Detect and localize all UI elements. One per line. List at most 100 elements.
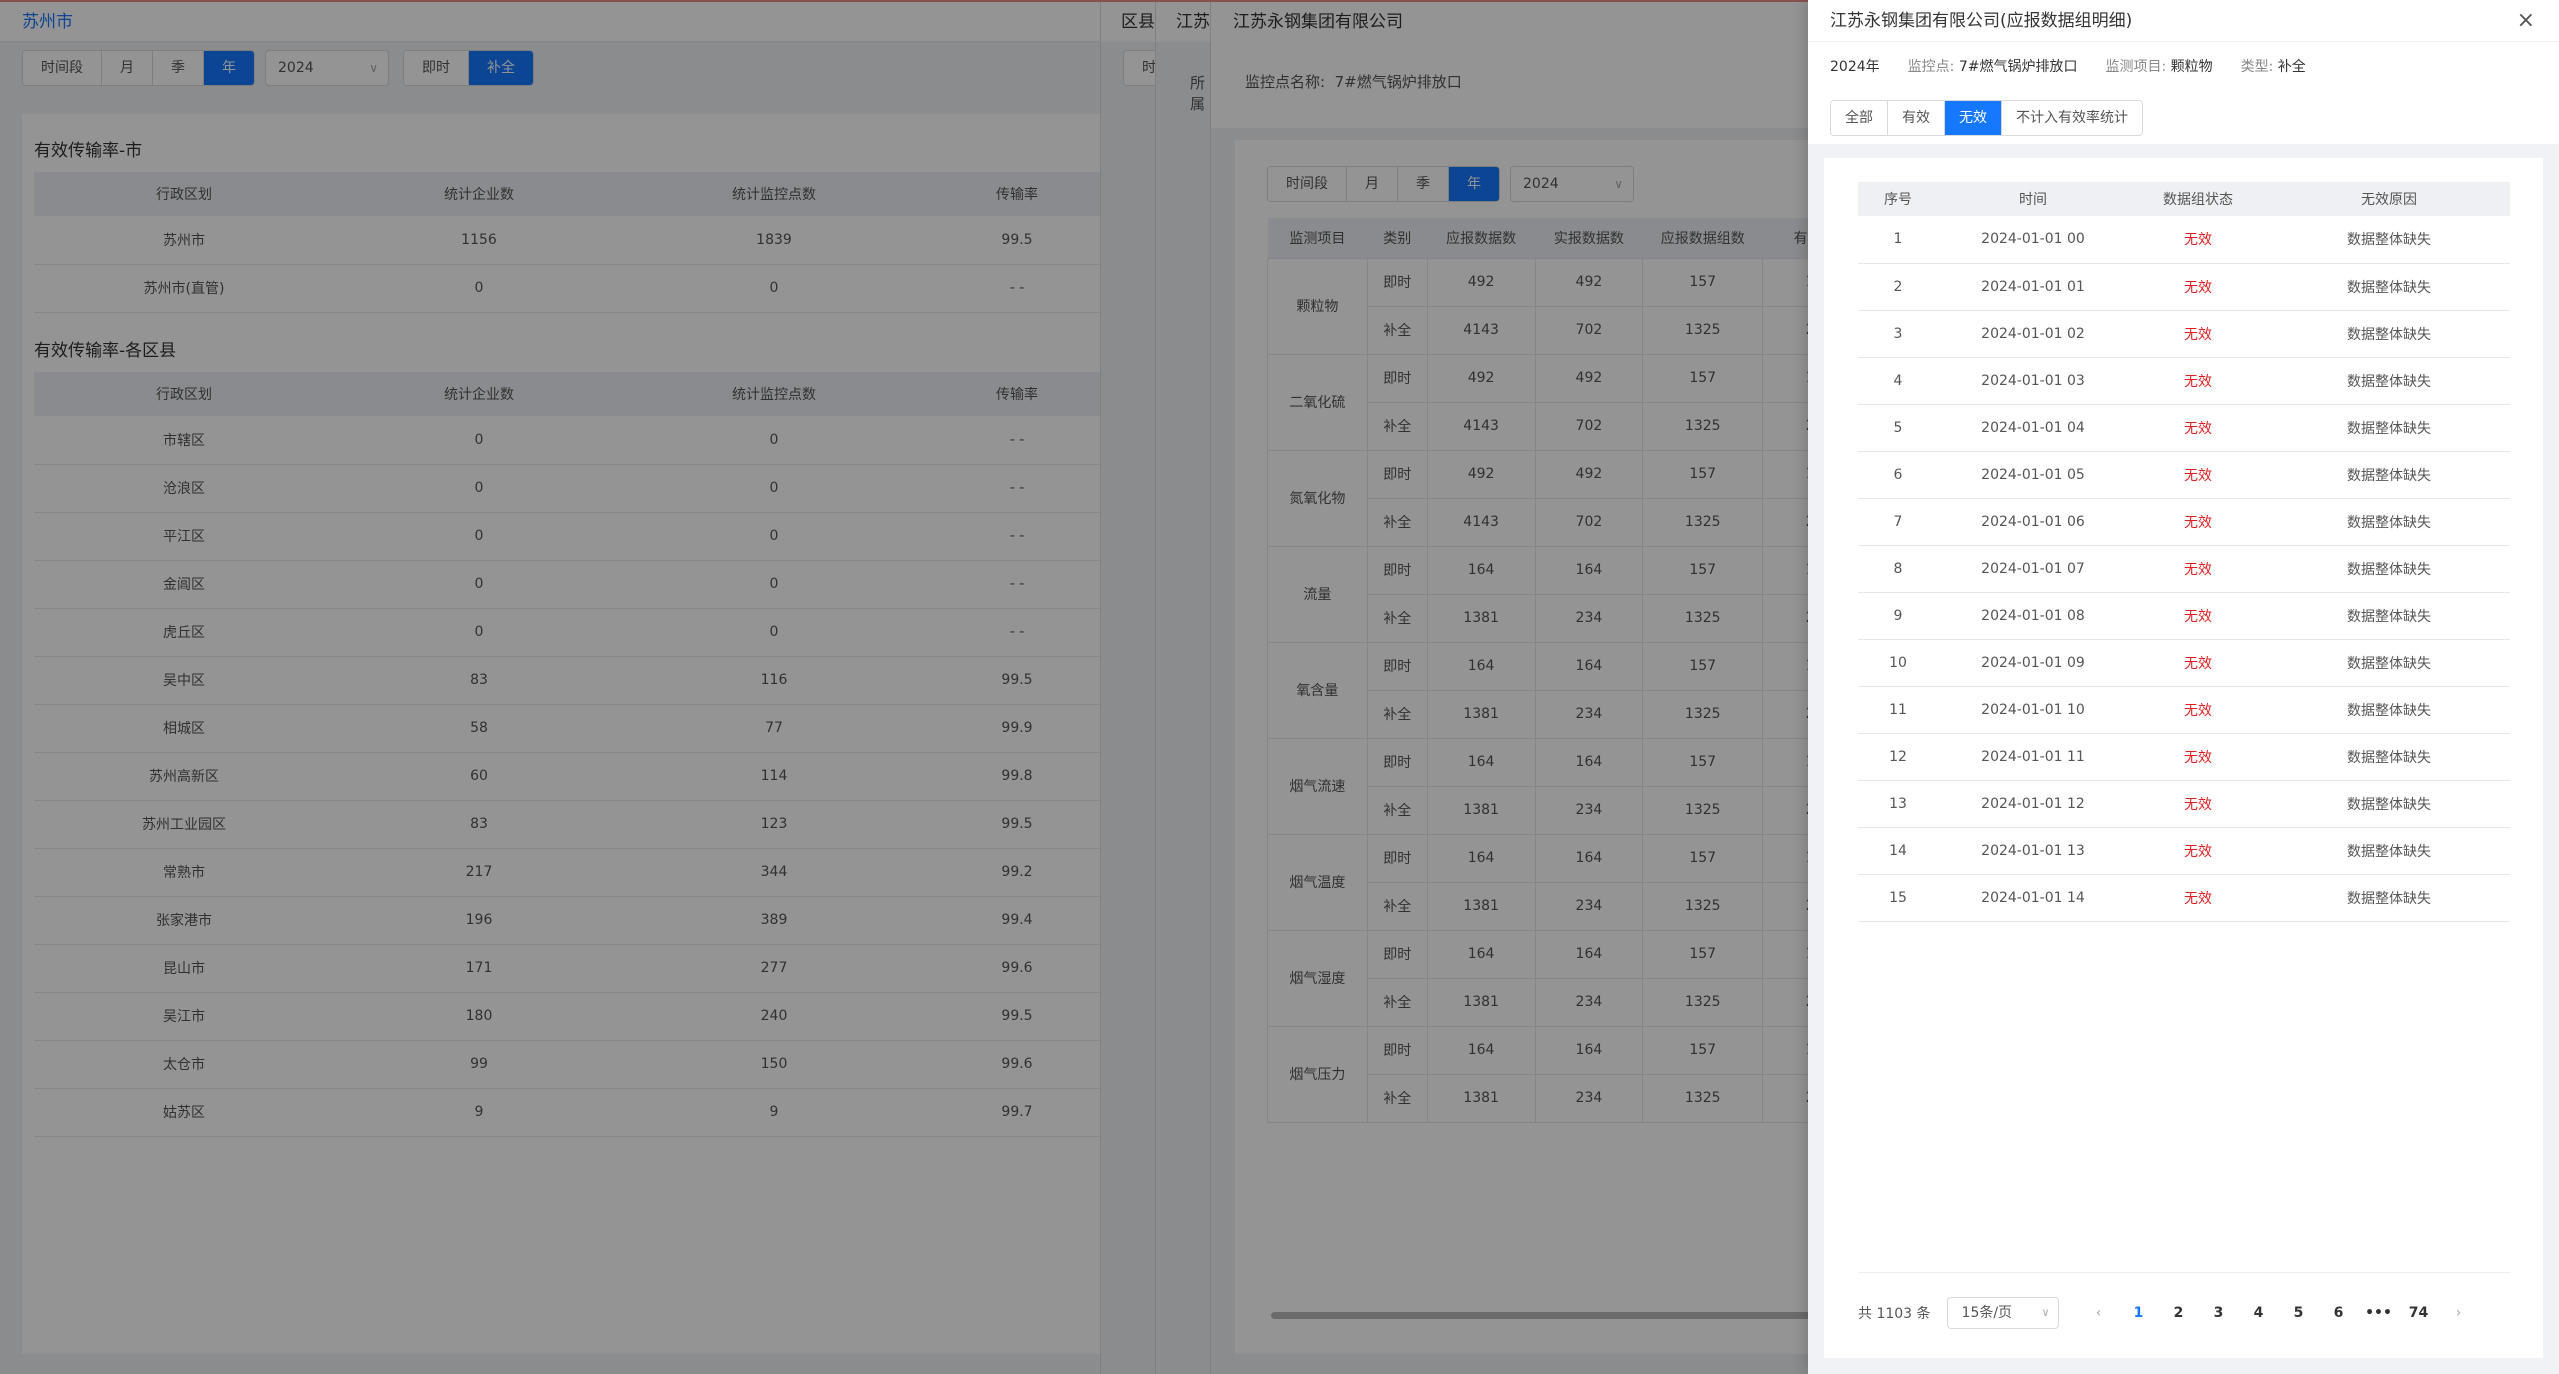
table-cell: 2024-01-01 04 <box>1938 404 2128 452</box>
table-row[interactable]: 2 2024-01-01 01 无效 数据整体缺失 <box>1858 263 2510 311</box>
table-cell: 数据整体缺失 <box>2268 545 2510 593</box>
info-type-value: 补全 <box>2277 59 2306 75</box>
table-cell: 2024-01-01 02 <box>1938 310 2128 358</box>
table-cell: 15 <box>1858 874 1938 922</box>
next-page-icon[interactable]: › <box>2439 1305 2479 1321</box>
table-cell: 2024-01-01 10 <box>1938 686 2128 734</box>
table-cell: 2 <box>1858 263 1938 311</box>
table-cell: 数据整体缺失 <box>2268 639 2510 687</box>
table-row[interactable]: 14 2024-01-01 13 无效 数据整体缺失 <box>1858 827 2510 875</box>
table-cell: 数据整体缺失 <box>2268 451 2510 499</box>
info-year: 2024年 <box>1830 59 1880 75</box>
table-cell: 14 <box>1858 827 1938 875</box>
status-tabs: 全部 有效 无效 不计入有效率统计 <box>1830 100 2143 136</box>
table-cell: 数据整体缺失 <box>2268 874 2510 922</box>
page-number[interactable]: 1 <box>2119 1305 2159 1321</box>
status-badge: 无效 <box>2128 263 2268 311</box>
tab-invalid[interactable]: 无效 <box>1945 101 2002 135</box>
tab-all[interactable]: 全部 <box>1831 101 1888 135</box>
table-row[interactable]: 13 2024-01-01 12 无效 数据整体缺失 <box>1858 780 2510 828</box>
column-header: 时间 <box>1938 182 2128 216</box>
table-cell: 数据整体缺失 <box>2268 592 2510 640</box>
detail-table: 序号 时间 数据组状态 无效原因 1 2024-01-01 00 无效 数据整体缺失 2 2024… <box>1858 182 2510 922</box>
table-cell: 数据整体缺失 <box>2268 310 2510 358</box>
page-number[interactable]: 3 <box>2199 1305 2239 1321</box>
page-number[interactable]: 6 <box>2319 1305 2359 1321</box>
table-cell: 2024-01-01 14 <box>1938 874 2128 922</box>
page: 苏州市 时间段 月 季 年 2024 ∨ 即时 补全 有效传输率-市 行政区划 统计… <box>0 0 2559 1374</box>
table-cell: 9 <box>1858 592 1938 640</box>
table-row[interactable]: 5 2024-01-01 04 无效 数据整体缺失 <box>1858 404 2510 452</box>
table-row[interactable]: 8 2024-01-01 07 无效 数据整体缺失 <box>1858 545 2510 593</box>
table-cell: 3 <box>1858 310 1938 358</box>
page-number[interactable]: 74 <box>2399 1305 2439 1321</box>
pagination: 共 1103 条 15条/页 ∨ ‹ 1 2 3 4 5 6 ••• 74 › <box>1858 1272 2510 1329</box>
page-number[interactable]: 4 <box>2239 1305 2279 1321</box>
modal-mask[interactable] <box>0 0 1808 1374</box>
table-cell: 数据整体缺失 <box>2268 780 2510 828</box>
tab-valid[interactable]: 有效 <box>1888 101 1945 135</box>
table-cell: 2024-01-01 08 <box>1938 592 2128 640</box>
table-row[interactable]: 11 2024-01-01 10 无效 数据整体缺失 <box>1858 686 2510 734</box>
table-cell: 2024-01-01 11 <box>1938 733 2128 781</box>
column-header: 无效原因 <box>2268 182 2510 216</box>
table-cell: 2024-01-01 06 <box>1938 498 2128 546</box>
table-row[interactable]: 4 2024-01-01 03 无效 数据整体缺失 <box>1858 357 2510 405</box>
table-cell: 12 <box>1858 733 1938 781</box>
drawer-title: 江苏永钢集团有限公司(应报数据组明细) <box>1830 11 2133 31</box>
info-point-label: 监控点: <box>1907 59 1955 75</box>
table-header-row: 序号 时间 数据组状态 无效原因 <box>1858 182 2510 216</box>
detail-drawer: 江苏永钢集团有限公司(应报数据组明细) × 2024年 监控点: 7#燃气锅炉排… <box>1808 0 2559 1374</box>
status-badge: 无效 <box>2128 592 2268 640</box>
drawer-card: 序号 时间 数据组状态 无效原因 1 2024-01-01 00 无效 数据整体缺失 2 2024… <box>1824 158 2543 1358</box>
status-badge: 无效 <box>2128 733 2268 781</box>
page-number[interactable]: 5 <box>2279 1305 2319 1321</box>
pagination-total: 共 1103 条 <box>1858 1306 1931 1322</box>
table-row[interactable]: 1 2024-01-01 00 无效 数据整体缺失 <box>1858 216 2510 264</box>
page-number[interactable]: ••• <box>2359 1305 2399 1321</box>
table-cell: 5 <box>1858 404 1938 452</box>
table-cell: 2024-01-01 05 <box>1938 451 2128 499</box>
table-cell: 2024-01-01 03 <box>1938 357 2128 405</box>
page-number[interactable]: 2 <box>2159 1305 2199 1321</box>
table-row[interactable]: 3 2024-01-01 02 无效 数据整体缺失 <box>1858 310 2510 358</box>
table-cell: 数据整体缺失 <box>2268 216 2510 264</box>
page-size-select[interactable]: 15条/页 ∨ <box>1946 1297 2059 1329</box>
chevron-down-icon: ∨ <box>2041 1306 2050 1319</box>
table-row[interactable]: 12 2024-01-01 11 无效 数据整体缺失 <box>1858 733 2510 781</box>
table-cell: 2024-01-01 00 <box>1938 216 2128 264</box>
table-cell: 2024-01-01 13 <box>1938 827 2128 875</box>
column-header: 序号 <box>1858 182 1938 216</box>
status-badge: 无效 <box>2128 357 2268 405</box>
table-row[interactable]: 10 2024-01-01 09 无效 数据整体缺失 <box>1858 639 2510 687</box>
info-point: 监控点: 7#燃气锅炉排放口 <box>1908 42 2078 92</box>
table-row[interactable]: 6 2024-01-01 05 无效 数据整体缺失 <box>1858 451 2510 499</box>
close-icon[interactable]: × <box>2517 0 2535 42</box>
table-cell: 2024-01-01 09 <box>1938 639 2128 687</box>
table-cell: 数据整体缺失 <box>2268 263 2510 311</box>
drawer-header: 江苏永钢集团有限公司(应报数据组明细) × <box>1808 0 2559 42</box>
status-badge: 无效 <box>2128 216 2268 264</box>
table-cell: 数据整体缺失 <box>2268 827 2510 875</box>
table-row[interactable]: 7 2024-01-01 06 无效 数据整体缺失 <box>1858 498 2510 546</box>
status-badge: 无效 <box>2128 686 2268 734</box>
table-cell: 10 <box>1858 639 1938 687</box>
table-cell: 6 <box>1858 451 1938 499</box>
status-badge: 无效 <box>2128 780 2268 828</box>
tab-excluded[interactable]: 不计入有效率统计 <box>2002 101 2142 135</box>
info-item: 监测项目: 颗粒物 <box>2105 42 2212 92</box>
info-item-label: 监测项目: <box>2105 59 2167 75</box>
table-row[interactable]: 9 2024-01-01 08 无效 数据整体缺失 <box>1858 592 2510 640</box>
info-item-value: 颗粒物 <box>2170 59 2213 75</box>
status-badge: 无效 <box>2128 498 2268 546</box>
status-badge: 无效 <box>2128 874 2268 922</box>
table-cell: 11 <box>1858 686 1938 734</box>
table-row[interactable]: 15 2024-01-01 14 无效 数据整体缺失 <box>1858 874 2510 922</box>
column-header: 数据组状态 <box>2128 182 2268 216</box>
info-type: 类型: 补全 <box>2241 42 2306 92</box>
prev-page-icon[interactable]: ‹ <box>2079 1305 2119 1321</box>
table-cell: 8 <box>1858 545 1938 593</box>
status-badge: 无效 <box>2128 451 2268 499</box>
table-cell: 7 <box>1858 498 1938 546</box>
table-cell: 数据整体缺失 <box>2268 686 2510 734</box>
